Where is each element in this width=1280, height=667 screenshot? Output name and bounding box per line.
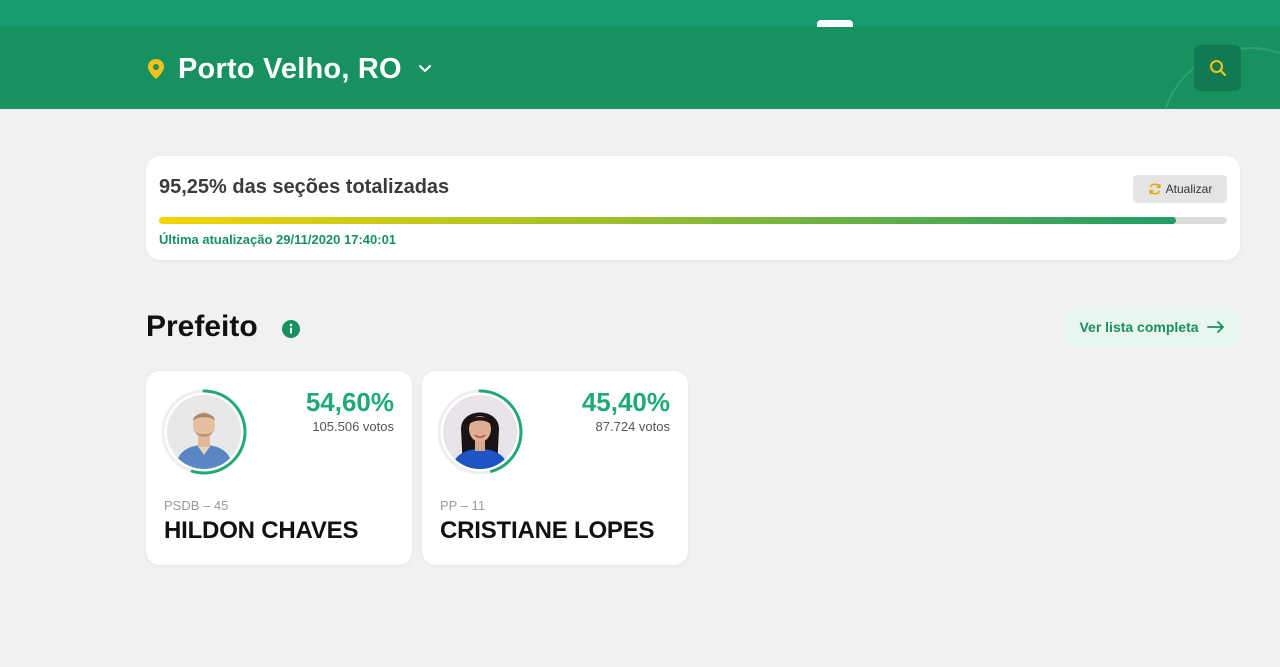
chevron-down-icon xyxy=(418,65,431,73)
candidate-avatar-wrap xyxy=(435,387,525,477)
candidate-name: HILDON CHAVES xyxy=(164,517,359,544)
candidate-name: CRISTIANE LOPES xyxy=(440,517,655,544)
candidate-percent: 54,60% xyxy=(305,387,394,417)
map-pin-icon xyxy=(148,59,164,79)
app-header: Porto Velho, RO xyxy=(0,27,1280,109)
location-name: Porto Velho, RO xyxy=(178,52,402,85)
location-selector[interactable]: Porto Velho, RO xyxy=(146,49,432,89)
progress-fill xyxy=(159,217,1177,224)
candidate-photo xyxy=(443,395,517,469)
section-title: Prefeito xyxy=(146,310,258,343)
search-button[interactable] xyxy=(1194,45,1241,91)
candidate-percent: 45,40% xyxy=(581,387,670,417)
candidate-votes: 87.724 votos xyxy=(595,419,670,434)
view-full-list-button[interactable]: Ver lista completa xyxy=(1064,307,1240,347)
candidate-card[interactable]: 54,60% 105.506 votos PSDB – 45 HILDON CH… xyxy=(146,371,412,565)
candidate-card[interactable]: 45,40% 87.724 votos PP – 11 CRISTIANE LO… xyxy=(422,371,688,565)
refresh-button[interactable]: Atualizar xyxy=(1133,175,1227,203)
totalization-status-card: 95,25% das seções totalizadas Atualizar … xyxy=(146,156,1240,260)
last-update-text: Última atualização 29/11/2020 17:40:01 xyxy=(159,232,397,247)
candidate-votes: 105.506 votos xyxy=(312,419,394,434)
search-icon xyxy=(1209,60,1226,77)
browser-top-strip xyxy=(0,0,1280,28)
arrow-right-icon xyxy=(1206,321,1224,333)
totalization-progress-bar xyxy=(159,217,1227,224)
refresh-icon xyxy=(1149,183,1161,195)
candidate-party: PP – 11 xyxy=(440,498,486,513)
info-icon[interactable] xyxy=(282,320,300,338)
view-full-list-label: Ver lista completa xyxy=(1079,319,1199,335)
totalization-title: 95,25% das seções totalizadas xyxy=(159,176,450,198)
candidate-avatar-wrap xyxy=(159,387,249,477)
candidate-photo xyxy=(167,395,241,469)
candidate-party: PSDB – 45 xyxy=(164,498,229,513)
refresh-label: Atualizar xyxy=(1165,182,1213,196)
